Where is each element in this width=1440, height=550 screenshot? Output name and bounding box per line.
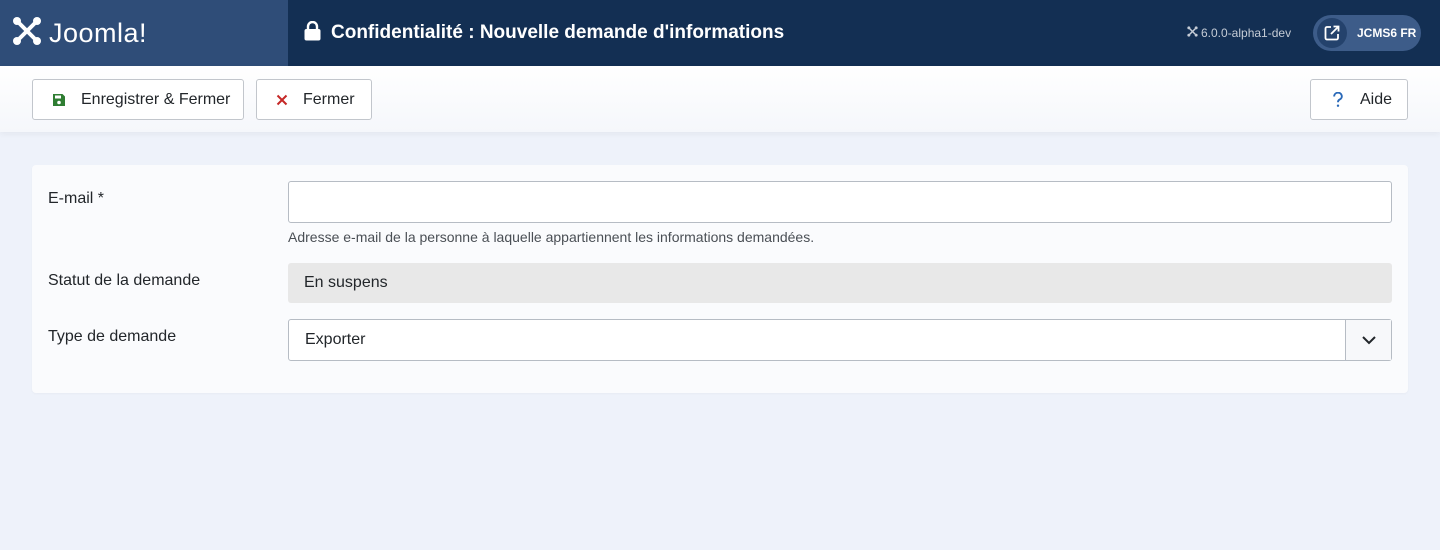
page-title: Confidentialité : Nouvelle demande d'inf…	[331, 22, 785, 43]
status-field: En suspens	[288, 263, 1392, 303]
help-label: Aide	[1360, 90, 1393, 108]
header: Joomla! Confidentialité : Nouvelle deman…	[0, 0, 1440, 66]
joomla-small-icon	[1187, 26, 1198, 40]
request-form: E-mail * Adresse e-mail de la personne à…	[32, 165, 1408, 393]
save-icon	[52, 93, 66, 107]
type-label: Type de demande	[48, 328, 177, 345]
title-area: Confidentialité : Nouvelle demande d'inf…	[288, 20, 785, 46]
chevron-down-icon	[1345, 320, 1391, 360]
lock-icon	[304, 20, 321, 46]
version-info: 6.0.0-alpha1-dev	[1187, 26, 1291, 40]
save-close-button[interactable]: Enregistrer & Fermer	[32, 79, 244, 120]
toolbar: Enregistrer & Fermer Fermer Aide	[0, 66, 1440, 132]
logo-text: Joomla!	[49, 17, 148, 48]
status-label: Statut de la demande	[48, 272, 201, 289]
joomla-logo-icon	[11, 15, 43, 52]
close-button[interactable]: Fermer	[256, 79, 372, 120]
email-field[interactable]	[288, 181, 1392, 223]
request-type-value: Exporter	[305, 331, 366, 348]
site-label: JCMS6 FR	[1357, 26, 1417, 40]
help-button[interactable]: Aide	[1310, 79, 1408, 120]
logo[interactable]: Joomla!	[0, 0, 288, 66]
view-site-button[interactable]: JCMS6 FR	[1313, 15, 1421, 51]
email-label: E-mail *	[48, 190, 105, 207]
external-link-icon	[1317, 18, 1347, 48]
close-label: Fermer	[303, 90, 355, 108]
version-text: 6.0.0-alpha1-dev	[1201, 26, 1292, 40]
help-icon	[1333, 91, 1343, 108]
save-close-label: Enregistrer & Fermer	[81, 90, 231, 108]
request-type-select[interactable]: Exporter	[288, 319, 1392, 361]
email-hint: Adresse e-mail de la personne à laquelle…	[288, 229, 815, 245]
close-icon	[276, 94, 288, 106]
status-value: En suspens	[304, 274, 388, 291]
